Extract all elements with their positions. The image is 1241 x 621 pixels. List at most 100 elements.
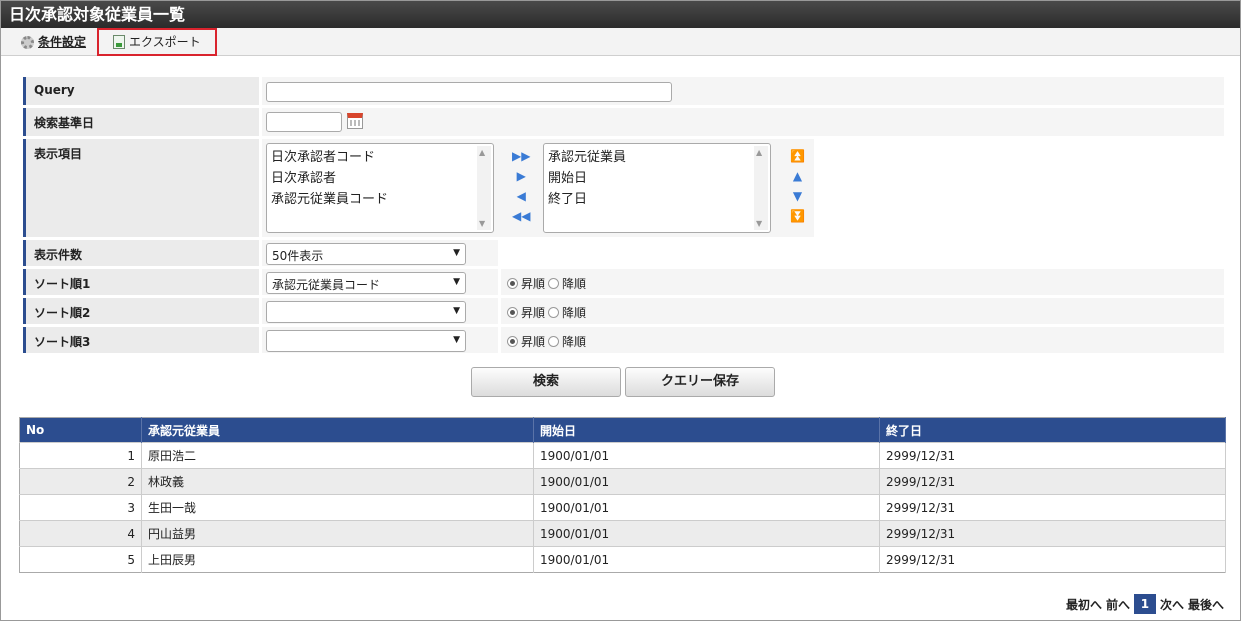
columns-cell: 日次承認者コード 日次承認者 承認元従業員コード ▲ ▼ ▶▶ ▶ ◀ ◀◀ 承認… <box>262 139 814 237</box>
sort3-order: 昇順 降順 <box>507 333 586 350</box>
move-all-right-icon[interactable]: ▶▶ <box>512 149 530 163</box>
move-up-icon[interactable]: ▲ <box>793 169 802 183</box>
scrollbar[interactable]: ▲ ▼ <box>754 146 768 230</box>
cell-employee: 上田辰男 <box>141 546 534 573</box>
search-button[interactable]: 検索 <box>471 367 621 397</box>
date-row: 検索基準日 <box>23 108 1224 136</box>
pager-first[interactable]: 最初へ <box>1066 596 1102 613</box>
date-cell <box>262 108 1224 136</box>
list-item[interactable]: 開始日 <box>548 168 766 189</box>
table-row[interactable]: 4 円山益男 1900/01/01 2999/12/31 <box>19 520 1226 547</box>
desc-label: 降順 <box>562 306 587 320</box>
table-header-row: No 承認元従業員 開始日 終了日 <box>19 417 1226 443</box>
column-header-employee[interactable]: 承認元従業員 <box>141 417 534 443</box>
cell-employee: 原田浩二 <box>141 442 534 469</box>
cell-no: 1 <box>19 442 142 469</box>
sort1-cell: 承認元従業員コード <box>262 269 498 295</box>
sort1-order: 昇順 降順 <box>507 275 586 292</box>
selected-columns-list[interactable]: 承認元従業員 開始日 終了日 ▲ ▼ <box>543 143 771 233</box>
move-controls: ▶▶ ▶ ◀ ◀◀ <box>512 149 530 223</box>
sort3-desc-radio[interactable] <box>548 336 560 347</box>
table-row[interactable]: 5 上田辰男 1900/01/01 2999/12/31 <box>19 546 1226 573</box>
move-all-left-icon[interactable]: ◀◀ <box>512 209 530 223</box>
cell-employee: 生田一哉 <box>141 494 534 521</box>
sort2-select[interactable] <box>266 301 466 323</box>
asc-label: 昇順 <box>521 306 546 320</box>
sort2-cell <box>262 298 498 324</box>
sort2-order: 昇順 降順 <box>507 304 586 321</box>
sort2-label: ソート順2 <box>23 298 259 324</box>
gear-icon <box>21 35 34 49</box>
cell-end: 2999/12/31 <box>879 520 1226 547</box>
sort3-label: ソート順3 <box>23 327 259 353</box>
list-item[interactable]: 承認元従業員 <box>548 147 766 168</box>
move-down-icon[interactable]: ▼ <box>793 189 802 203</box>
scrollbar[interactable]: ▲ ▼ <box>477 146 491 230</box>
sort1-label: ソート順1 <box>23 269 259 295</box>
move-bottom-icon[interactable]: ⏬ <box>790 209 805 223</box>
save-query-button[interactable]: クエリー保存 <box>625 367 775 397</box>
move-left-icon[interactable]: ◀ <box>517 189 526 203</box>
cell-end: 2999/12/31 <box>879 468 1226 495</box>
tab-conditions-label: 条件設定 <box>38 35 87 49</box>
desc-label: 降順 <box>562 277 587 291</box>
pager-prev[interactable]: 前へ <box>1106 596 1130 613</box>
column-header-start[interactable]: 開始日 <box>533 417 880 443</box>
tab-export-label: エクスポート <box>129 35 201 49</box>
columns-label: 表示項目 <box>23 139 259 237</box>
cell-end: 2999/12/31 <box>879 442 1226 469</box>
cell-no: 5 <box>19 546 142 573</box>
cell-start: 1900/01/01 <box>533 442 880 469</box>
tab-conditions[interactable]: 条件設定 <box>21 32 86 52</box>
count-cell: 50件表示 <box>262 240 498 266</box>
order-controls: ⏫ ▲ ▼ ⏬ <box>790 149 805 223</box>
sort3-select[interactable] <box>266 330 466 352</box>
cell-end: 2999/12/31 <box>879 546 1226 573</box>
sort2-row: ソート順2 昇順 降順 <box>23 298 1224 324</box>
desc-label: 降順 <box>562 335 587 349</box>
cell-start: 1900/01/01 <box>533 520 880 547</box>
table-row[interactable]: 3 生田一哉 1900/01/01 2999/12/31 <box>19 494 1226 521</box>
move-top-icon[interactable]: ⏫ <box>790 149 805 163</box>
date-input[interactable] <box>266 112 342 132</box>
sort3-row: ソート順3 昇順 降順 <box>23 327 1224 353</box>
cell-no: 2 <box>19 468 142 495</box>
pager-next[interactable]: 次へ <box>1160 596 1184 613</box>
list-item[interactable]: 日次承認者コード <box>271 147 489 168</box>
table-row[interactable]: 1 原田浩二 1900/01/01 2999/12/31 <box>19 442 1226 469</box>
results-table: No 承認元従業員 開始日 終了日 1 原田浩二 1900/01/01 2999… <box>19 417 1226 573</box>
column-header-end[interactable]: 終了日 <box>879 417 1226 443</box>
cell-start: 1900/01/01 <box>533 546 880 573</box>
cell-end: 2999/12/31 <box>879 494 1226 521</box>
sort2-asc-radio[interactable] <box>507 307 518 318</box>
cell-start: 1900/01/01 <box>533 494 880 521</box>
count-select[interactable]: 50件表示 <box>266 243 466 265</box>
count-row: 表示件数 50件表示 <box>23 240 1224 266</box>
sort2-desc-radio[interactable] <box>548 307 560 318</box>
list-item[interactable]: 承認元従業員コード <box>271 189 489 210</box>
tab-export[interactable]: エクスポート <box>97 28 217 56</box>
sort3-asc-radio[interactable] <box>507 336 518 347</box>
column-header-no[interactable]: No <box>19 417 142 443</box>
move-right-icon[interactable]: ▶ <box>517 169 526 183</box>
sort1-asc-radio[interactable] <box>507 278 518 289</box>
sort1-desc-radio[interactable] <box>548 278 560 289</box>
date-label: 検索基準日 <box>23 108 259 136</box>
count-label: 表示件数 <box>23 240 259 266</box>
export-icon <box>113 35 125 49</box>
cell-no: 3 <box>19 494 142 521</box>
cell-start: 1900/01/01 <box>533 468 880 495</box>
sort1-select[interactable]: 承認元従業員コード <box>266 272 466 294</box>
available-columns-list[interactable]: 日次承認者コード 日次承認者 承認元従業員コード ▲ ▼ <box>266 143 494 233</box>
tab-bar: 条件設定 エクスポート <box>1 28 1240 56</box>
sort1-row: ソート順1 承認元従業員コード 昇順 降順 <box>23 269 1224 295</box>
pager-last[interactable]: 最後へ <box>1188 596 1224 613</box>
calendar-icon[interactable] <box>347 113 363 129</box>
asc-label: 昇順 <box>521 277 546 291</box>
query-input[interactable] <box>266 82 672 102</box>
table-row[interactable]: 2 林政義 1900/01/01 2999/12/31 <box>19 468 1226 495</box>
list-item[interactable]: 終了日 <box>548 189 766 210</box>
list-item[interactable]: 日次承認者 <box>271 168 489 189</box>
sort3-cell <box>262 327 498 353</box>
pager-current-page[interactable]: 1 <box>1133 594 1156 614</box>
